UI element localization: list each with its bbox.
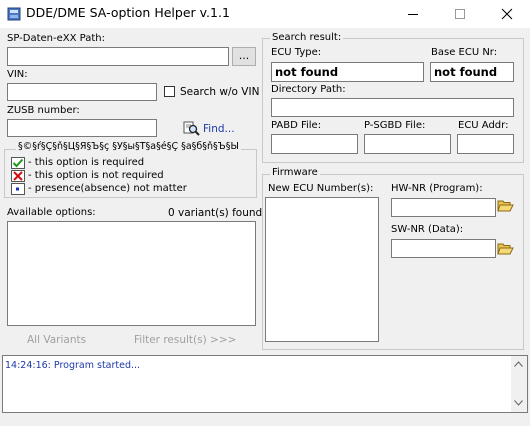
base-ecu-label: Base ECU Nr: — [431, 47, 498, 58]
psgbd-field[interactable] — [364, 134, 451, 154]
zusb-label: ZUSB number: — [7, 105, 80, 116]
sw-nr-open-button[interactable] — [497, 241, 514, 259]
hw-nr-label: HW-NR (Program): — [391, 183, 483, 194]
hw-nr-field[interactable] — [391, 198, 496, 217]
log-line: 14:24:16: Program started... — [5, 360, 141, 371]
log-scrollbar[interactable] — [511, 356, 527, 412]
red-cross-icon — [11, 169, 25, 182]
ecu-addr-field[interactable] — [457, 134, 514, 154]
sp-daten-path-field[interactable] — [7, 47, 229, 66]
maximize-button[interactable] — [437, 0, 483, 28]
pabd-field[interactable] — [271, 134, 358, 154]
window-title: DDE/DME SA-option Helper v.1.1 — [26, 5, 230, 20]
available-options-label: Available options: — [7, 207, 96, 218]
sp-daten-label: SP-Daten-eXX Path: — [7, 33, 105, 44]
ecu-type-value: not found — [271, 62, 424, 82]
variants-found-count: 0 variant(s) found — [168, 207, 263, 219]
app-icon — [7, 7, 21, 21]
legend-item-not-matter: - presence(absence) not matter — [11, 182, 187, 195]
directory-path-label: Directory Path: — [271, 84, 346, 95]
minimize-button[interactable] — [390, 0, 436, 28]
scroll-down-icon — [514, 400, 523, 406]
pabd-label: PABD File: — [271, 120, 322, 131]
legend-item-text: - presence(absence) not matter — [28, 183, 187, 194]
filter-results-button[interactable]: Filter result(s) >>> — [134, 334, 236, 346]
zusb-field[interactable] — [7, 119, 157, 137]
browse-button[interactable]: ... — [232, 47, 256, 66]
available-options-list[interactable] — [7, 221, 256, 326]
all-variants-button[interactable]: All Variants — [27, 334, 86, 346]
search-wo-vin-label[interactable]: Search w/o VIN — [180, 86, 259, 98]
firmware-title: Firmware — [270, 167, 320, 178]
vin-field[interactable] — [7, 83, 157, 101]
blue-dot-icon — [11, 182, 25, 195]
green-check-icon — [11, 156, 25, 169]
folder-open-icon — [497, 243, 514, 255]
ecu-type-label: ECU Type: — [271, 47, 322, 58]
find-button[interactable]: Find... — [183, 120, 235, 137]
vin-label: VIN: — [7, 69, 28, 80]
legend-item-not-required: - this option is not required — [11, 169, 164, 182]
search-result-title: Search result: — [270, 32, 344, 43]
find-label: Find... — [203, 122, 235, 135]
search-icon — [183, 121, 200, 136]
directory-path-field[interactable] — [271, 98, 514, 117]
legend-item-required: - this option is required — [11, 156, 144, 169]
legend-title: §©§ŕ§Ç§ň§Ц§Я§Ъ§ç §У§ы§Т§а§é§Ç §а§б§ň§Ъ§Ы — [16, 141, 241, 152]
search-wo-vin-checkbox[interactable] — [164, 86, 175, 97]
new-ecu-list[interactable] — [265, 197, 379, 342]
base-ecu-value: not found — [430, 62, 514, 82]
scroll-up-icon — [514, 361, 523, 367]
minimize-icon — [408, 14, 418, 15]
psgbd-label: P-SGBD File: — [364, 120, 426, 131]
close-icon — [501, 8, 513, 20]
sw-nr-field[interactable] — [391, 239, 496, 258]
new-ecu-label: New ECU Number(s): — [268, 183, 374, 194]
hw-nr-open-button[interactable] — [497, 198, 514, 216]
maximize-icon — [455, 9, 465, 19]
legend-item-text: - this option is not required — [28, 170, 164, 181]
legend-item-text: - this option is required — [28, 157, 145, 168]
folder-open-icon — [497, 200, 514, 212]
close-button[interactable] — [484, 0, 530, 28]
ecu-addr-label: ECU Addr: — [458, 120, 509, 131]
sw-nr-label: SW-NR (Data): — [391, 224, 464, 235]
